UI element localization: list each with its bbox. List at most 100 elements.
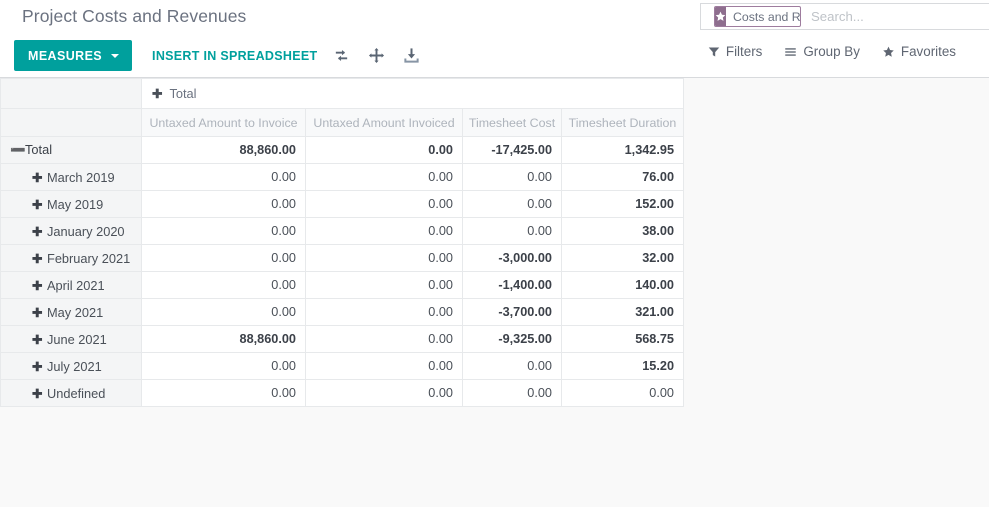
cell-value[interactable]: 15.20 xyxy=(561,352,684,380)
row-header-label: May 2021 xyxy=(47,304,104,320)
pivot-col-group-total[interactable]: ✚ Total xyxy=(141,78,684,109)
pivot-corner-cell-2 xyxy=(0,108,142,137)
cell-value[interactable]: 0.00 xyxy=(141,217,306,245)
search-facet[interactable]: Costs and Revenues ✖ xyxy=(714,6,801,27)
cell-value[interactable]: 32.00 xyxy=(561,244,684,272)
favorites-menu-label: Favorites xyxy=(900,44,956,59)
cell-value[interactable]: 0.00 xyxy=(141,298,306,326)
cell-value[interactable]: 0.00 xyxy=(305,217,463,245)
cell-value[interactable]: 0.00 xyxy=(305,298,463,326)
cell-value[interactable]: 0.00 xyxy=(462,163,562,191)
expand-toggle-icon[interactable]: ✚ xyxy=(32,359,47,374)
cell-value[interactable]: 0.00 xyxy=(305,379,463,407)
row-header-total[interactable]: ➖Total xyxy=(0,136,142,164)
cell-value[interactable]: 0.00 xyxy=(561,379,684,407)
cell-value[interactable]: 76.00 xyxy=(561,163,684,191)
cell-value[interactable]: -3,000.00 xyxy=(462,244,562,272)
cell-value[interactable]: 0.00 xyxy=(462,352,562,380)
cell-value[interactable]: 88,860.00 xyxy=(141,136,306,164)
cell-value[interactable]: 0.00 xyxy=(305,325,463,353)
cell-value[interactable]: 1,342.95 xyxy=(561,136,684,164)
row-header-label: July 2021 xyxy=(47,358,102,374)
cell-value[interactable]: 38.00 xyxy=(561,217,684,245)
cell-value[interactable]: 0.00 xyxy=(462,190,562,218)
cell-value[interactable]: 0.00 xyxy=(141,352,306,380)
filters-menu[interactable]: Filters xyxy=(708,44,762,59)
column-header-measure[interactable]: Untaxed Amount to Invoice xyxy=(141,108,306,137)
pivot-measure-row: Untaxed Amount to Invoice Untaxed Amount… xyxy=(0,108,684,137)
flip-axis-icon[interactable] xyxy=(325,40,357,71)
cell-value[interactable]: 0.00 xyxy=(305,136,463,164)
row-header-march-2019[interactable]: ✚ March 2019 xyxy=(0,163,142,191)
group-by-menu-label: Group By xyxy=(803,44,860,59)
row-header-label: April 2021 xyxy=(47,277,105,293)
favorites-menu[interactable]: Favorites xyxy=(882,44,956,59)
expand-toggle-icon[interactable]: ✚ xyxy=(32,224,47,239)
measures-button[interactable]: MEASURES xyxy=(14,40,133,71)
table-row: ✚ May 2019 0.00 0.00 0.00 152.00 xyxy=(0,190,684,218)
expand-toggle-icon[interactable]: ✚ xyxy=(152,87,162,101)
row-header-may-2019[interactable]: ✚ May 2019 xyxy=(0,190,142,218)
pivot-table: ✚ Total Untaxed Amount to Invoice Untaxed… xyxy=(0,78,684,407)
expand-toggle-icon[interactable]: ✚ xyxy=(32,197,47,212)
insert-in-spreadsheet-button[interactable]: INSERT IN SPREADSHEET xyxy=(147,40,322,71)
cell-value[interactable]: 0.00 xyxy=(305,271,463,299)
collapse-toggle-icon[interactable]: ➖ xyxy=(10,143,26,158)
expand-toggle-icon[interactable]: ✚ xyxy=(32,251,47,266)
cell-value[interactable]: 88,860.00 xyxy=(141,325,306,353)
cell-value[interactable]: 0.00 xyxy=(305,244,463,272)
cell-value[interactable]: 140.00 xyxy=(561,271,684,299)
row-header-january-2020[interactable]: ✚ January 2020 xyxy=(0,217,142,245)
row-header-label: May 2019 xyxy=(47,196,104,212)
star-icon xyxy=(715,7,726,26)
cell-value[interactable]: 0.00 xyxy=(305,352,463,380)
table-row: ✚ July 2021 0.00 0.00 0.00 15.20 xyxy=(0,352,684,380)
cell-value[interactable]: 0.00 xyxy=(305,163,463,191)
cell-value[interactable]: 0.00 xyxy=(141,190,306,218)
pivot-toolbar: MEASURES INSERT IN SPREADSHEET xyxy=(14,40,427,71)
row-header-label: Undefined xyxy=(47,385,106,401)
expand-toggle-icon[interactable]: ✚ xyxy=(32,305,47,320)
download-xlsx-icon[interactable] xyxy=(395,40,427,71)
cell-value[interactable]: -3,700.00 xyxy=(462,298,562,326)
pivot-col-group-label: Total xyxy=(169,86,197,101)
pivot-col-group-row: ✚ Total xyxy=(0,78,684,109)
row-header-april-2021[interactable]: ✚ April 2021 xyxy=(0,271,142,299)
cell-value[interactable]: 0.00 xyxy=(141,244,306,272)
row-header-undefined[interactable]: ✚ Undefined xyxy=(0,379,142,407)
table-row: ➖Total 88,860.00 0.00 -17,425.00 1,342.95 xyxy=(0,136,684,164)
cell-value[interactable]: 0.00 xyxy=(305,190,463,218)
table-row: ✚ June 2021 88,860.00 0.00 -9,325.00 568.75 xyxy=(0,325,684,353)
group-by-lines-icon xyxy=(784,46,797,58)
cell-value[interactable]: 0.00 xyxy=(462,217,562,245)
cell-value[interactable]: 152.00 xyxy=(561,190,684,218)
row-header-may-2021[interactable]: ✚ May 2021 xyxy=(0,298,142,326)
cell-value[interactable]: 0.00 xyxy=(141,379,306,407)
cell-value[interactable]: -9,325.00 xyxy=(462,325,562,353)
cell-value[interactable]: -17,425.00 xyxy=(462,136,562,164)
column-header-measure[interactable]: Untaxed Amount Invoiced xyxy=(305,108,463,137)
expand-toggle-icon[interactable]: ✚ xyxy=(32,170,47,185)
row-header-june-2021[interactable]: ✚ June 2021 xyxy=(0,325,142,353)
group-by-menu[interactable]: Group By xyxy=(784,44,860,59)
column-header-measure[interactable]: Timesheet Cost xyxy=(462,108,562,137)
expand-toggle-icon[interactable]: ✚ xyxy=(32,332,47,347)
table-row: ✚ May 2021 0.00 0.00 -3,700.00 321.00 xyxy=(0,298,684,326)
pivot-corner-cell xyxy=(0,78,142,109)
expand-all-icon[interactable] xyxy=(360,40,392,71)
row-header-label: Total xyxy=(25,142,53,157)
cell-value[interactable]: 0.00 xyxy=(141,271,306,299)
table-row: ✚ January 2020 0.00 0.00 0.00 38.00 xyxy=(0,217,684,245)
expand-toggle-icon[interactable]: ✚ xyxy=(32,386,47,401)
cell-value[interactable]: -1,400.00 xyxy=(462,271,562,299)
cell-value[interactable]: 321.00 xyxy=(561,298,684,326)
column-header-measure[interactable]: Timesheet Duration xyxy=(561,108,684,137)
expand-toggle-icon[interactable]: ✚ xyxy=(32,278,47,293)
cell-value[interactable]: 0.00 xyxy=(462,379,562,407)
row-header-july-2021[interactable]: ✚ July 2021 xyxy=(0,352,142,380)
search-view[interactable]: Costs and Revenues ✖ xyxy=(700,3,989,30)
row-header-february-2021[interactable]: ✚ February 2021 xyxy=(0,244,142,272)
cell-value[interactable]: 0.00 xyxy=(141,163,306,191)
search-input[interactable] xyxy=(809,4,989,29)
cell-value[interactable]: 568.75 xyxy=(561,325,684,353)
